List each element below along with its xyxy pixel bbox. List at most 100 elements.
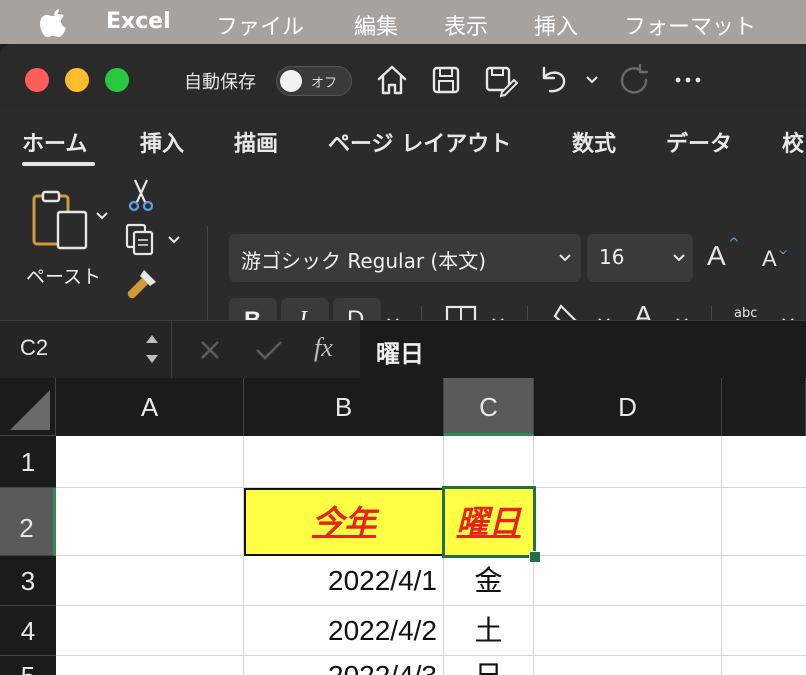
cell-a2[interactable] — [56, 488, 244, 556]
name-box-stepper-icon[interactable] — [144, 329, 160, 369]
cell-d1[interactable] — [534, 436, 722, 488]
caret-down-icon: ^ — [778, 242, 789, 256]
paste-label: ペースト — [26, 266, 102, 288]
font-size-select[interactable]: 16 — [587, 234, 693, 282]
cell-e2[interactable] — [722, 488, 806, 556]
format-painter-icon[interactable] — [124, 266, 160, 302]
menu-file[interactable]: ファイル — [216, 9, 304, 41]
cell-c3[interactable]: 金 — [444, 556, 534, 606]
tab-home[interactable]: ホーム — [22, 126, 87, 158]
formula-input[interactable]: 曜日 — [360, 321, 806, 379]
cell-c4[interactable]: 土 — [444, 606, 534, 656]
tab-insert[interactable]: 挿入 — [140, 126, 184, 158]
autosave-label: 自動保存 — [184, 72, 256, 93]
column-header-b[interactable]: B — [244, 378, 444, 436]
menu-app-excel[interactable]: Excel — [106, 9, 171, 34]
more-options-icon[interactable] — [670, 62, 706, 98]
column-header-a[interactable]: A — [56, 378, 244, 436]
cell-a1[interactable] — [56, 436, 244, 488]
undo-dropdown-icon[interactable] — [584, 74, 600, 86]
decrease-font-size-button[interactable]: A — [762, 246, 777, 272]
enter-check-icon[interactable] — [254, 338, 284, 362]
formula-bar: C2 fx 曜日 — [0, 320, 806, 379]
cell-c5[interactable]: 日 — [444, 656, 534, 675]
menu-view[interactable]: 表示 — [444, 9, 488, 41]
autosave-toggle[interactable]: オフ — [276, 66, 352, 96]
cell-e3[interactable] — [722, 556, 806, 606]
macos-menu-bar: Excel ファイル 編集 表示 挿入 フォーマット — [0, 0, 806, 44]
select-all-button[interactable] — [0, 378, 56, 436]
cell-d2[interactable] — [534, 488, 722, 556]
tab-review[interactable]: 校 — [782, 126, 804, 158]
row-header-4[interactable]: 4 — [0, 606, 56, 656]
copy-icon[interactable] — [124, 222, 160, 258]
cancel-icon[interactable] — [198, 338, 222, 362]
paste-dropdown-icon[interactable] — [94, 210, 110, 222]
title-bar: 自動保存 オフ — [0, 44, 806, 110]
minimize-window-button[interactable] — [65, 68, 89, 92]
save-icon[interactable] — [428, 62, 464, 98]
toggle-knob — [280, 70, 302, 92]
cell-a4[interactable] — [56, 606, 244, 656]
font-size-value: 16 — [599, 245, 625, 269]
cell-d5[interactable] — [534, 656, 722, 675]
name-box[interactable]: C2 — [0, 321, 170, 379]
increase-font-size-button[interactable]: A — [707, 240, 726, 272]
tab-page-layout[interactable]: ページ レイアウト — [328, 126, 511, 158]
redo-icon[interactable] — [616, 62, 652, 98]
autosave-state: オフ — [311, 76, 338, 91]
tab-formulas[interactable]: 数式 — [572, 126, 616, 158]
cell-c2[interactable]: 曜日 — [444, 488, 534, 556]
column-header-c[interactable]: C — [444, 378, 534, 436]
ribbon-home: ペースト 游ゴシック Regular (本文) 16 A ^ A ^ A abc — [0, 170, 806, 346]
ribbon-tabs: ホーム 挿入 描画 ページ レイアウト 数式 データ 校 — [0, 110, 806, 170]
save-as-icon[interactable] — [482, 62, 518, 98]
undo-icon[interactable] — [536, 62, 572, 98]
apple-logo-icon[interactable] — [38, 6, 68, 38]
worksheet-grid: A B C D 1 2 3 4 5 今年 曜日 2022/4/1 金 — [0, 378, 806, 675]
row-header-1[interactable]: 1 — [0, 436, 56, 488]
cell-c2-text: 曜日 — [456, 504, 521, 540]
cell-c1[interactable] — [444, 436, 534, 488]
column-header-e[interactable] — [722, 378, 806, 436]
column-header-d[interactable]: D — [534, 378, 722, 436]
cell-b1[interactable] — [244, 436, 444, 488]
menu-format[interactable]: フォーマット — [624, 9, 756, 41]
formula-bar-separator — [171, 321, 172, 379]
cell-d3[interactable] — [534, 556, 722, 606]
cell-b3[interactable]: 2022/4/1 — [244, 556, 444, 606]
tab-draw[interactable]: 描画 — [234, 126, 278, 158]
row-header-5[interactable]: 5 — [0, 656, 56, 675]
cell-b4[interactable]: 2022/4/2 — [244, 606, 444, 656]
font-name-select[interactable]: 游ゴシック Regular (本文) — [229, 234, 581, 282]
cell-e5[interactable] — [722, 656, 806, 675]
active-tab-indicator — [22, 162, 95, 166]
cell-e4[interactable] — [722, 606, 806, 656]
tab-data[interactable]: データ — [666, 126, 732, 158]
fill-handle[interactable] — [529, 551, 541, 563]
cell-d4[interactable] — [534, 606, 722, 656]
cell-a3[interactable] — [56, 556, 244, 606]
cell-b2[interactable]: 今年 — [244, 488, 444, 556]
menu-insert[interactable]: 挿入 — [534, 9, 578, 41]
select-all-triangle-icon — [10, 390, 50, 430]
close-window-button[interactable] — [25, 68, 49, 92]
cell-a5[interactable] — [56, 656, 244, 675]
menu-edit[interactable]: 編集 — [354, 9, 398, 41]
home-icon[interactable] — [374, 62, 410, 98]
copy-dropdown-icon[interactable] — [166, 234, 182, 246]
cut-icon[interactable] — [126, 178, 156, 212]
insert-function-button[interactable]: fx — [314, 333, 333, 363]
cell-e1[interactable] — [722, 436, 806, 488]
row-header-3[interactable]: 3 — [0, 556, 56, 606]
chevron-down-icon — [559, 254, 571, 262]
cell-reference: C2 — [20, 335, 49, 360]
paste-icon[interactable] — [30, 190, 90, 252]
font-name-value: 游ゴシック Regular (本文) — [241, 249, 487, 273]
chevron-down-icon — [673, 254, 685, 262]
excel-window: 自動保存 オフ ホーム 挿入 描画 ページ レイアウト 数式 データ 校 ペース… — [0, 44, 806, 675]
cell-b5[interactable]: 2022/4/3 — [244, 656, 444, 675]
zoom-window-button[interactable] — [105, 68, 129, 92]
row-header-2[interactable]: 2 — [0, 488, 56, 556]
caret-up-icon: ^ — [728, 236, 740, 252]
